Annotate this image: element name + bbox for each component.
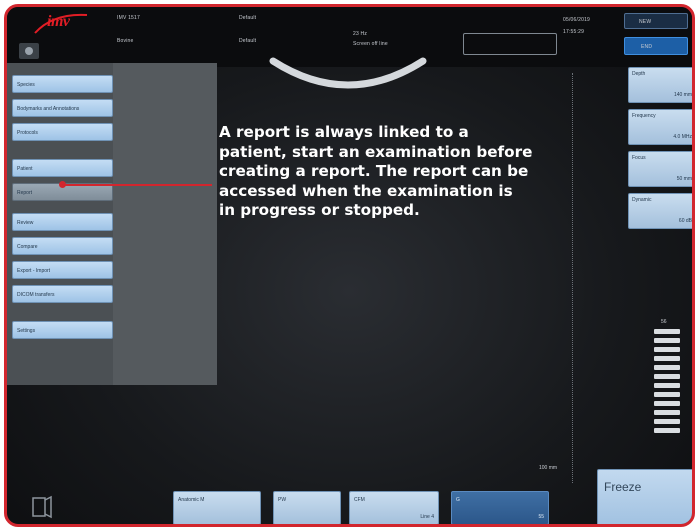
home-button[interactable] <box>19 43 39 59</box>
tgc-slider[interactable] <box>654 329 680 435</box>
gain-button[interactable]: G 55 <box>451 491 549 524</box>
freeze-button[interactable]: Freeze <box>597 469 692 524</box>
depth-control[interactable]: Depth 140 mm <box>628 67 692 103</box>
mode-label: Anatomic M <box>178 497 205 503</box>
date: 05/06/2019 <box>563 17 591 23</box>
menu-settings[interactable]: Settings <box>12 321 113 339</box>
param-value: 60 dB <box>678 218 692 224</box>
param-value: 50 mm <box>676 176 692 182</box>
status-text: Screen off line <box>353 41 388 47</box>
param-value: 4.0 MHz <box>673 134 692 140</box>
dynamic-control[interactable]: Dynamic 60 dB <box>628 193 692 229</box>
freeze-label: Freeze <box>604 480 642 494</box>
frame-rate: 23 Hz <box>353 31 368 37</box>
tgc-bar <box>654 383 680 388</box>
mode-value: 55 <box>538 514 544 520</box>
probe-selector-icon[interactable] <box>31 495 53 519</box>
param-value: 140 mm <box>673 92 692 98</box>
menu-label: DICOM transfers <box>17 292 55 298</box>
preset: Default <box>239 15 257 21</box>
patient-id: IMV 1517 <box>117 15 141 21</box>
param-label: Dynamic <box>632 197 652 203</box>
operator: Bovine <box>117 38 134 44</box>
annotation-line: creating a report. The report can be <box>219 162 529 180</box>
menu-label: Patient <box>17 166 33 172</box>
gain-ladder-value: 56 <box>661 319 667 325</box>
menu-dicom-transfers[interactable]: DICOM transfers <box>12 285 113 303</box>
annotation-line: patient, start an examination before <box>219 142 533 161</box>
end-exam-label: END <box>641 44 653 50</box>
menu-label: Report <box>17 190 33 196</box>
new-exam-label: NEW <box>639 19 652 25</box>
mode-label: PW <box>278 497 287 503</box>
menu-review[interactable]: Review <box>12 213 113 231</box>
callout-pointer <box>62 184 212 186</box>
left-menu-panel: Species Bodymarks and Annotations Protoc… <box>7 63 217 385</box>
menu-bodymarks[interactable]: Bodymarks and Annotations <box>12 99 113 117</box>
callout-dot <box>59 181 66 188</box>
mode-value: Line 4 <box>420 514 434 520</box>
time: 17:55:29 <box>563 29 585 35</box>
mode-label: CFM <box>354 497 365 503</box>
menu-label: Settings <box>17 328 36 334</box>
tgc-bar <box>654 392 680 397</box>
menu-label: Compare <box>17 244 38 250</box>
param-label: Focus <box>632 155 646 161</box>
preset-2: Default <box>239 38 257 44</box>
new-exam-button[interactable]: NEW <box>624 13 688 29</box>
comment-field[interactable] <box>463 33 557 55</box>
tgc-bar <box>654 374 680 379</box>
menu-label: Export - Import <box>17 268 51 274</box>
annotation-callout: A report is always linked to a patient, … <box>219 123 599 221</box>
scale-label: 100 mm <box>539 465 558 471</box>
tgc-bar <box>654 419 680 424</box>
ultrasound-screen: imv IMV 1517 Bovine Default Default 23 H… <box>4 4 695 527</box>
cfm-button[interactable]: CFM Line 4 <box>349 491 439 524</box>
menu-label: Species <box>17 82 35 88</box>
menu-patient[interactable]: Patient <box>12 159 113 177</box>
menu-compare[interactable]: Compare <box>12 237 113 255</box>
menu-column-background <box>113 63 217 385</box>
tgc-bar <box>654 410 680 415</box>
menu-export-import[interactable]: Export - Import <box>12 261 113 279</box>
menu-label: Bodymarks and Annotations <box>17 106 80 112</box>
menu-protocols[interactable]: Protocols <box>12 123 113 141</box>
logo: imv <box>47 13 70 30</box>
param-label: Depth <box>632 71 646 77</box>
tgc-bar <box>654 338 680 343</box>
tgc-bar <box>654 347 680 352</box>
tgc-bar <box>654 428 680 433</box>
annotation-line: accessed when the examination is <box>219 181 513 200</box>
menu-species[interactable]: Species <box>12 75 113 93</box>
menu-label: Review <box>17 220 34 226</box>
tgc-bar <box>654 356 680 361</box>
tgc-bar <box>654 401 680 406</box>
anatomic-m-button[interactable]: Anatomic M <box>173 491 261 524</box>
pw-button[interactable]: PW <box>273 491 341 524</box>
param-label: Frequency <box>632 113 656 119</box>
probe-arc <box>269 57 427 89</box>
mode-label: G <box>456 497 460 503</box>
annotation-line: A report is always linked to a <box>219 123 469 141</box>
home-icon <box>25 47 33 55</box>
tgc-bar <box>654 365 680 370</box>
frequency-control[interactable]: Frequency 4.0 MHz <box>628 109 692 145</box>
menu-label: Protocols <box>17 130 38 136</box>
annotation-line: in progress or stopped. <box>219 201 420 219</box>
focus-control[interactable]: Focus 50 mm <box>628 151 692 187</box>
end-exam-button[interactable]: END <box>624 37 688 55</box>
tgc-bar <box>654 329 680 334</box>
